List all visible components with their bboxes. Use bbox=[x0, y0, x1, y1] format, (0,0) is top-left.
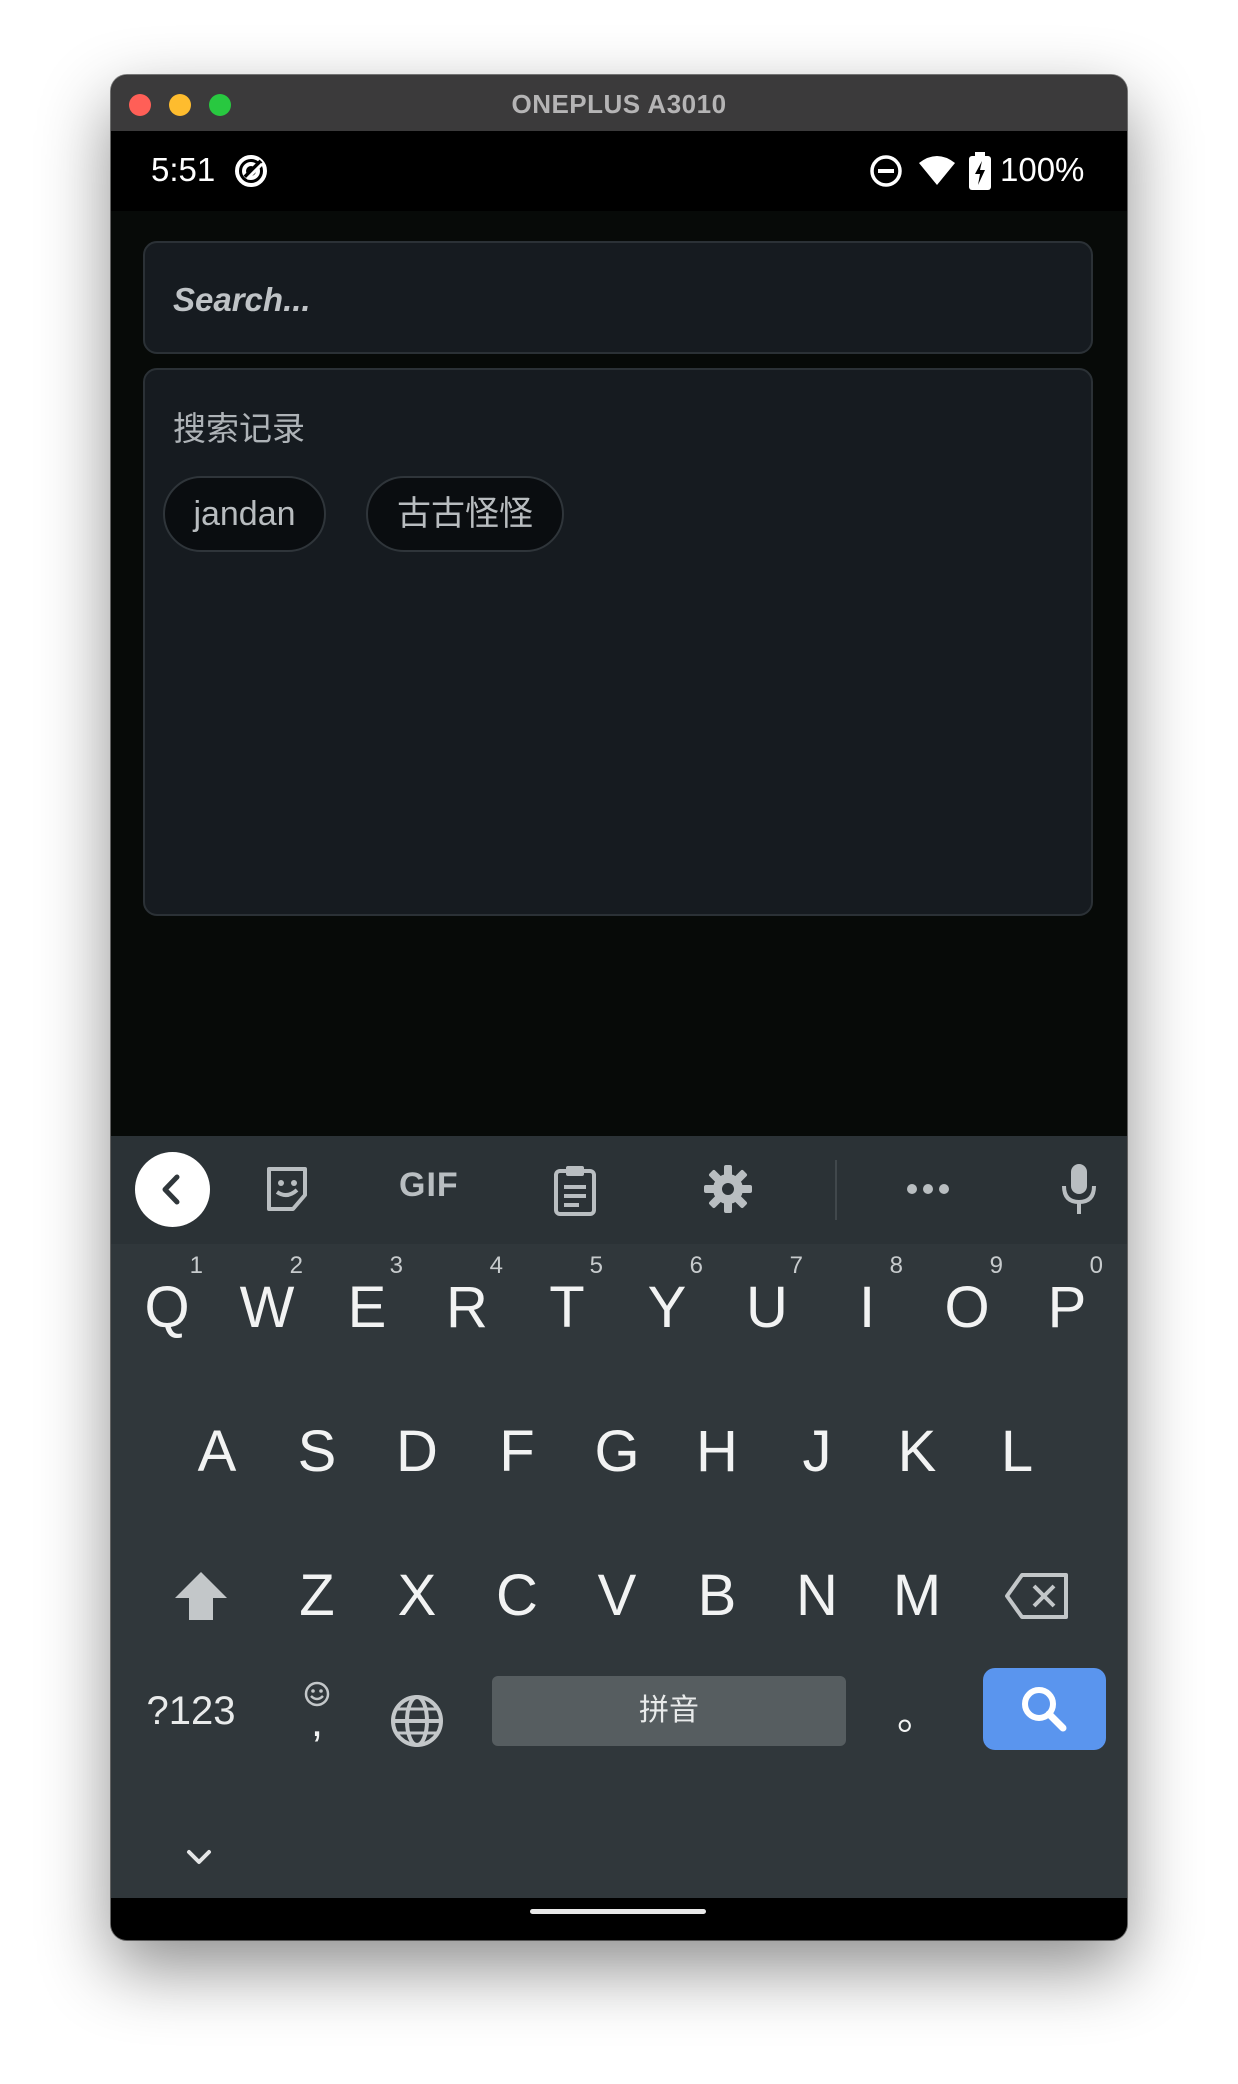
search-history-title: 搜索记录 bbox=[173, 410, 305, 447]
key-s[interactable]: S bbox=[267, 1392, 367, 1512]
key-l[interactable]: L bbox=[967, 1392, 1067, 1512]
do-not-disturb-icon bbox=[870, 155, 902, 187]
key-n[interactable]: N bbox=[767, 1536, 867, 1656]
emoji-comma-key[interactable]: , bbox=[267, 1668, 367, 1758]
key-hint: 4 bbox=[489, 1252, 503, 1279]
emulator-window: ONEPLUS A3010 5:51 100% Search... 搜索记录 j… bbox=[111, 75, 1127, 1940]
key-a[interactable]: A bbox=[167, 1392, 267, 1512]
shift-arrow-icon bbox=[175, 1572, 227, 1620]
search-icon bbox=[1022, 1687, 1067, 1732]
key-x[interactable]: X bbox=[367, 1536, 467, 1656]
history-chip-jandan[interactable]: jandan bbox=[163, 476, 326, 552]
sticker-icon[interactable] bbox=[261, 1163, 313, 1215]
key-v[interactable]: V bbox=[567, 1536, 667, 1656]
search-input[interactable]: Search... bbox=[143, 241, 1093, 354]
key-f[interactable]: F bbox=[467, 1392, 567, 1512]
key-u[interactable]: U7 bbox=[717, 1248, 817, 1368]
home-gesture-pill[interactable] bbox=[530, 1909, 706, 1914]
wifi-icon bbox=[919, 156, 955, 185]
window-title: ONEPLUS A3010 bbox=[511, 89, 727, 119]
chevron-left-icon bbox=[162, 1174, 180, 1205]
more-options-icon[interactable] bbox=[905, 1182, 951, 1196]
key-q[interactable]: Q1 bbox=[117, 1248, 217, 1368]
status-bar: 5:51 100% bbox=[111, 131, 1127, 211]
key-r[interactable]: R4 bbox=[417, 1248, 517, 1368]
window-titlebar: ONEPLUS A3010 bbox=[111, 75, 1127, 132]
key-y[interactable]: Y6 bbox=[617, 1248, 717, 1368]
app-content: Search... 搜索记录 jandan 古古怪怪 bbox=[111, 211, 1127, 1136]
key-z[interactable]: Z bbox=[267, 1536, 367, 1656]
key-hint: 7 bbox=[789, 1252, 803, 1279]
key-b[interactable]: B bbox=[667, 1536, 767, 1656]
key-g[interactable]: G bbox=[567, 1392, 667, 1512]
key-hint: 6 bbox=[689, 1252, 703, 1279]
period-key[interactable]: 。 bbox=[867, 1676, 967, 1756]
search-placeholder: Search... bbox=[173, 281, 311, 318]
status-time: 5:51 bbox=[151, 151, 216, 188]
search-history-panel: 搜索记录 jandan 古古怪怪 bbox=[143, 368, 1093, 916]
hide-keyboard-chevron-icon[interactable] bbox=[183, 1846, 215, 1868]
key-hint: 1 bbox=[189, 1252, 203, 1279]
settings-gear-icon[interactable] bbox=[702, 1163, 754, 1215]
key-k[interactable]: K bbox=[867, 1392, 967, 1512]
comma-label: , bbox=[310, 1697, 324, 1746]
navigation-bar bbox=[111, 1898, 1127, 1940]
backspace-key[interactable] bbox=[977, 1536, 1097, 1656]
key-e[interactable]: E3 bbox=[317, 1248, 417, 1368]
globe-icon bbox=[391, 1695, 443, 1747]
shift-key[interactable] bbox=[141, 1536, 261, 1656]
key-hint: 2 bbox=[289, 1252, 303, 1279]
clipboard-icon[interactable] bbox=[551, 1163, 599, 1217]
key-hint: 8 bbox=[889, 1252, 903, 1279]
key-hint: 9 bbox=[989, 1252, 1003, 1279]
battery-charging-icon bbox=[969, 152, 991, 190]
microphone-icon[interactable] bbox=[1059, 1162, 1099, 1216]
key-o[interactable]: O9 bbox=[917, 1248, 1017, 1368]
soft-keyboard: GIF Q 1 W 2 E 3 R 4 T 5 Y 6 U 7 I 8 O 9 … bbox=[111, 1136, 1127, 1898]
key-h[interactable]: H bbox=[667, 1392, 767, 1512]
history-chip-gugu[interactable]: 古古怪怪 bbox=[366, 476, 564, 552]
key-d[interactable]: D bbox=[367, 1392, 467, 1512]
backspace-icon bbox=[1005, 1573, 1068, 1619]
gif-button[interactable]: GIF bbox=[399, 1166, 459, 1205]
battery-percent: 100% bbox=[1000, 151, 1085, 188]
key-hint: 5 bbox=[589, 1252, 603, 1279]
language-switch-key[interactable] bbox=[367, 1670, 467, 1750]
key-hint: 0 bbox=[1089, 1252, 1103, 1279]
keyboard-toolbar: GIF bbox=[111, 1136, 1127, 1244]
key-p[interactable]: P0 bbox=[1017, 1248, 1117, 1368]
key-t[interactable]: T5 bbox=[517, 1248, 617, 1368]
data-saver-icon bbox=[235, 155, 267, 187]
space-bar[interactable]: 拼音 bbox=[492, 1676, 846, 1746]
key-w[interactable]: W2 bbox=[217, 1248, 317, 1368]
key-hint: 3 bbox=[389, 1252, 403, 1279]
key-j[interactable]: J bbox=[767, 1392, 867, 1512]
key-m[interactable]: M bbox=[867, 1536, 967, 1656]
key-i[interactable]: I8 bbox=[817, 1248, 917, 1368]
key-c[interactable]: C bbox=[467, 1536, 567, 1656]
keyboard-back-button[interactable] bbox=[135, 1152, 210, 1227]
search-key[interactable] bbox=[983, 1668, 1106, 1750]
symbols-key[interactable]: ?123 bbox=[131, 1676, 251, 1746]
toolbar-divider bbox=[835, 1160, 837, 1220]
